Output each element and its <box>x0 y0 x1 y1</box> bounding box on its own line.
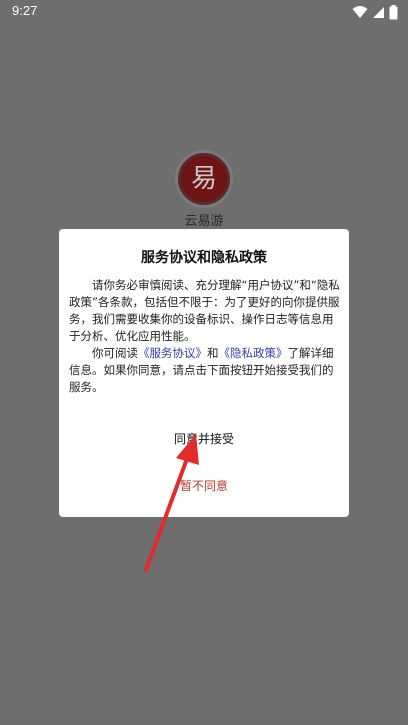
dialog-body: 请你务必审慎阅读、充分理解“用户协议”和“隐私政策”各条款，包括但不限于：为了更… <box>69 277 341 396</box>
app-logo: 易 <box>175 150 233 208</box>
status-bar: 9:27 <box>0 0 408 24</box>
para2-prefix: 你可阅读 <box>92 346 138 360</box>
app-name: 云易游 <box>184 214 224 229</box>
battery-icon <box>389 4 398 19</box>
service-agreement-link[interactable]: 《服务协议》 <box>138 346 207 360</box>
dialog-title: 服务协议和隐私政策 <box>141 250 267 266</box>
status-icons <box>352 4 398 20</box>
agree-button[interactable]: 同意并接受 <box>154 427 254 451</box>
dialog-paragraph-terms: 请你务必审慎阅读、充分理解“用户协议”和“隐私政策”各条款，包括但不限于：为了更… <box>69 278 340 343</box>
cellular-signal-icon <box>373 6 384 18</box>
status-time: 9:27 <box>12 3 38 18</box>
disagree-button[interactable]: 暂不同意 <box>154 474 254 498</box>
privacy-policy-link[interactable]: 《隐私政策》 <box>219 346 288 360</box>
wifi-icon <box>352 6 368 18</box>
privacy-dialog: 服务协议和隐私政策 请你务必审慎阅读、充分理解“用户协议”和“隐私政策”各条款，… <box>59 229 349 517</box>
app-logo-glyph: 易 <box>181 156 227 202</box>
para2-and: 和 <box>207 346 219 360</box>
dialog-paragraph-links: 你可阅读《服务协议》和《隐私政策》了解详细信息。如果你同意，请点击下面按钮开始接… <box>69 345 341 396</box>
